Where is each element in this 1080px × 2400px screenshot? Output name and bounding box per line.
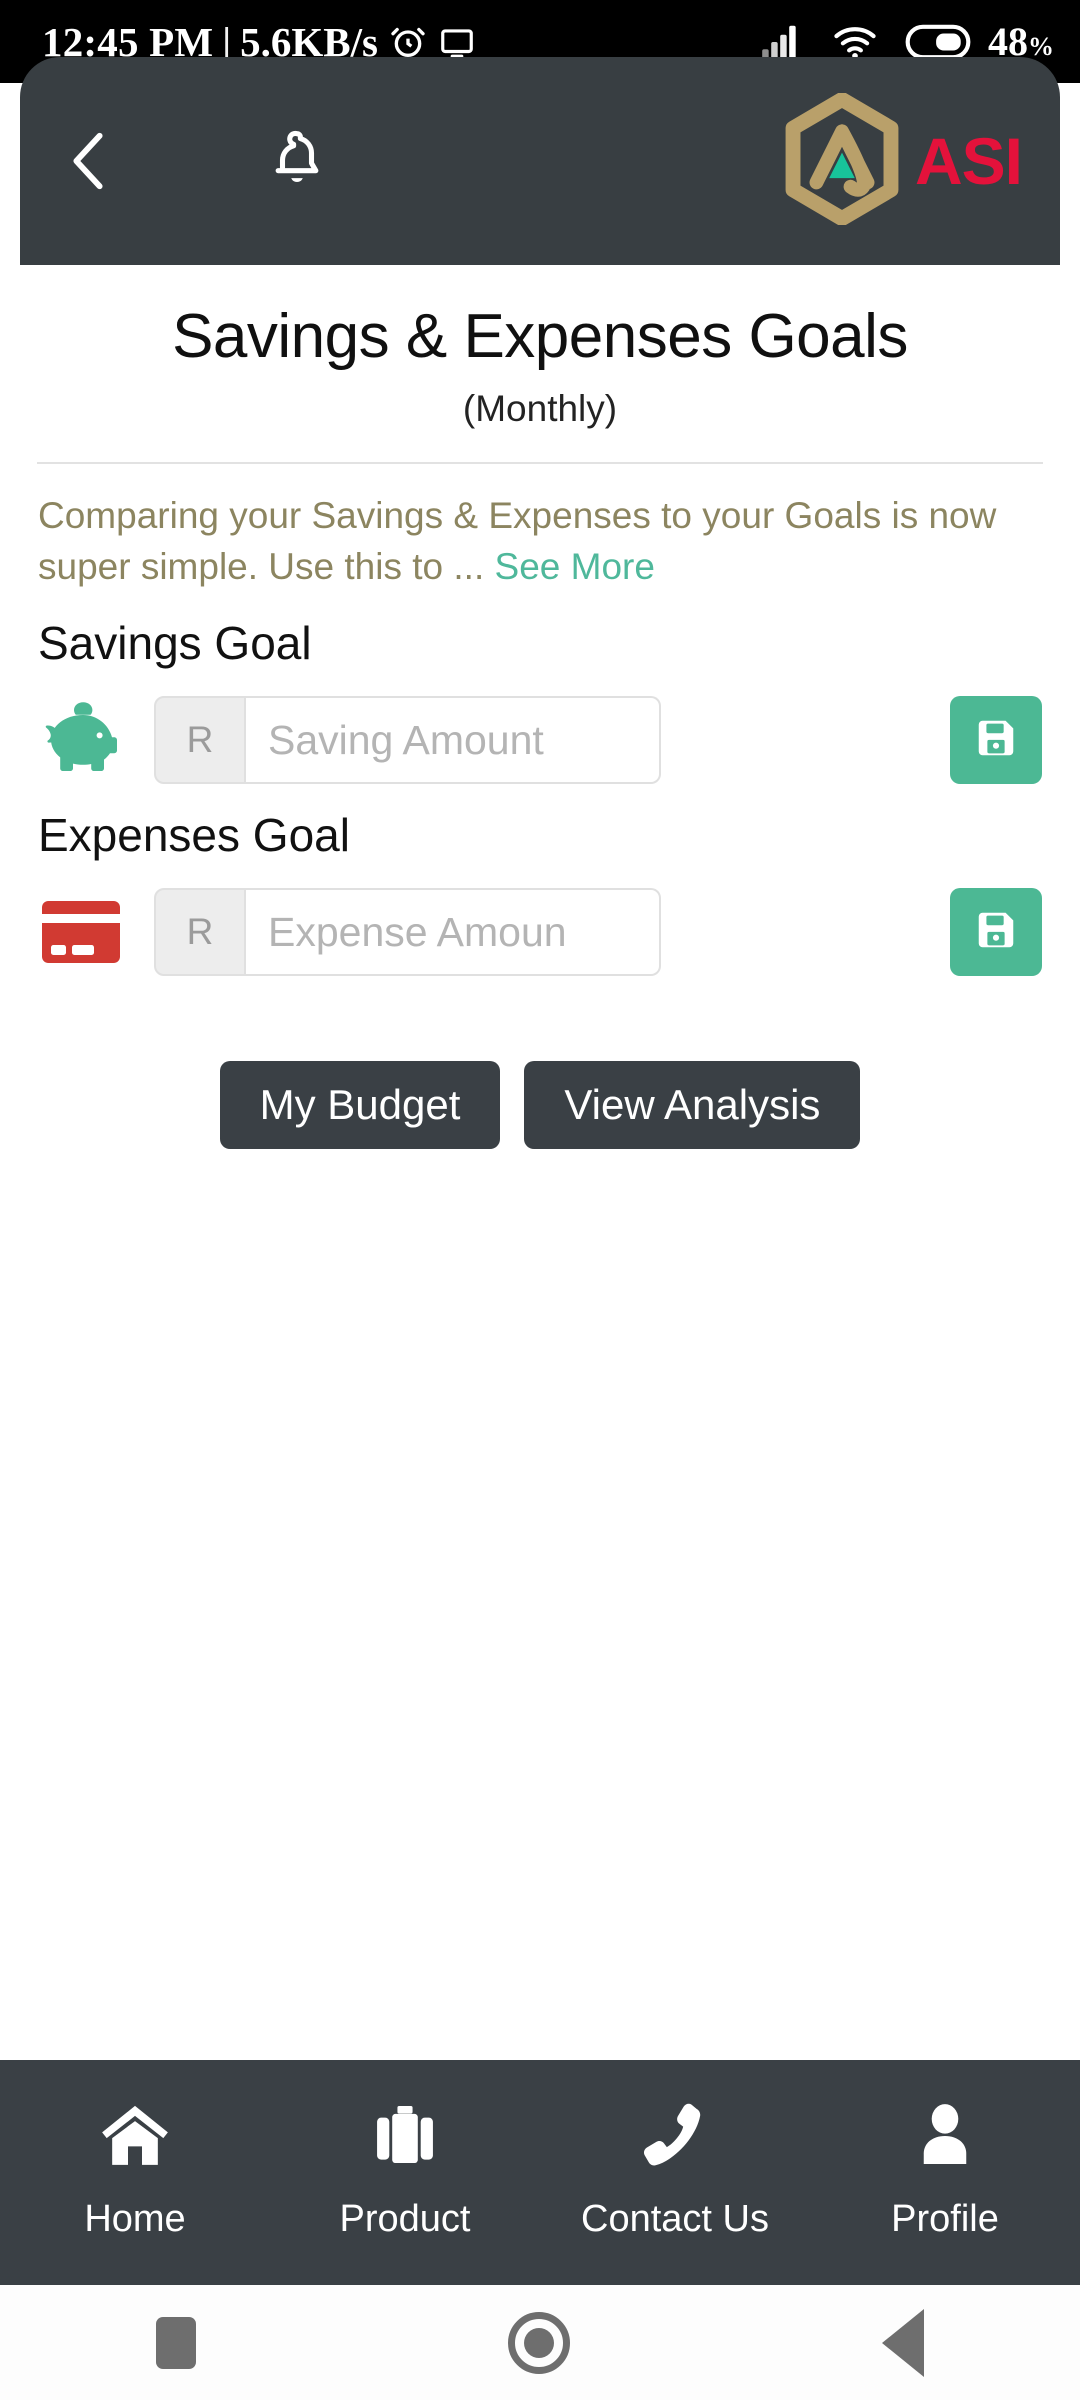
savings-goal-row: R Saving Amount [0,696,1080,785]
savings-goal-section-title: Savings Goal [38,617,312,670]
phone-screen: 12:45 PM | 5.6KB/s 48% ASI Savings & Exp… [0,0,1080,2400]
header-divider [37,462,1043,464]
tab-profile-label: Profile [891,2198,999,2240]
expenses-currency-prefix: R [154,888,246,977]
tab-home[interactable]: Home [0,2101,270,2241]
briefcase-icon [373,2101,437,2176]
brand-logo-group: ASI [777,91,1023,230]
bottom-tab-bar: Home Product Contact Us Profile [0,2060,1080,2282]
phone-icon [640,2101,710,2176]
asi-hexagon-logo-icon [777,91,907,230]
bell-icon[interactable] [268,128,326,194]
back-triangle-icon[interactable] [882,2308,924,2377]
cast-icon [438,23,476,61]
expenses-amount-input-group: R Expense Amoun [154,888,661,977]
piggy-bank-icon [38,701,148,779]
action-buttons-row: My Budget View Analysis [0,1061,1080,1150]
person-icon [914,2101,976,2176]
page-content: Savings & Expenses Goals (Monthly) Compa… [0,265,1080,1150]
page-subtitle: (Monthly) [462,388,618,429]
savings-save-button[interactable] [950,696,1042,785]
signal-bars-icon [759,24,805,60]
battery-icon [905,24,971,60]
brand-name-label: ASI [914,124,1023,198]
see-more-link[interactable]: See More [495,546,655,587]
status-bar-separator: | [222,22,232,60]
tab-product-label: Product [339,2198,471,2240]
expenses-goal-section-title: Expenses Goal [38,809,350,862]
android-navigation-bar [0,2282,1080,2400]
expenses-goal-row: R Expense Amoun [0,888,1080,977]
page-description: Comparing your Savings & Expenses to you… [38,490,1042,592]
tab-product[interactable]: Product [270,2101,540,2241]
tab-home-label: Home [84,2198,186,2240]
app-header-left-actions [64,128,326,194]
expenses-amount-input[interactable]: Expense Amoun [246,888,661,977]
floppy-disk-save-icon [973,907,1019,958]
tab-contact-us[interactable]: Contact Us [540,2101,810,2241]
back-chevron-icon[interactable] [64,128,112,194]
view-analysis-button[interactable]: View Analysis [524,1061,861,1150]
my-budget-button[interactable]: My Budget [219,1061,501,1150]
recents-square-icon[interactable] [156,2316,196,2369]
credit-card-icon [38,897,148,967]
savings-currency-prefix: R [154,696,246,785]
page-title: Savings & Expenses Goals [172,302,908,371]
battery-percent-symbol: % [1028,32,1054,61]
alarm-icon [388,22,428,62]
tab-contact-us-label: Contact Us [581,2198,769,2240]
expenses-save-button[interactable] [950,888,1042,977]
app-header-bar: ASI [20,57,1060,265]
savings-amount-input[interactable]: Saving Amount [246,696,661,785]
home-circle-icon[interactable] [508,2311,570,2374]
tab-profile[interactable]: Profile [810,2101,1080,2241]
wifi-icon [832,24,878,60]
hamburger-menu-icon[interactable] [158,134,222,189]
floppy-disk-save-icon [973,715,1019,766]
savings-amount-input-group: R Saving Amount [154,696,661,785]
home-icon [98,2101,172,2176]
